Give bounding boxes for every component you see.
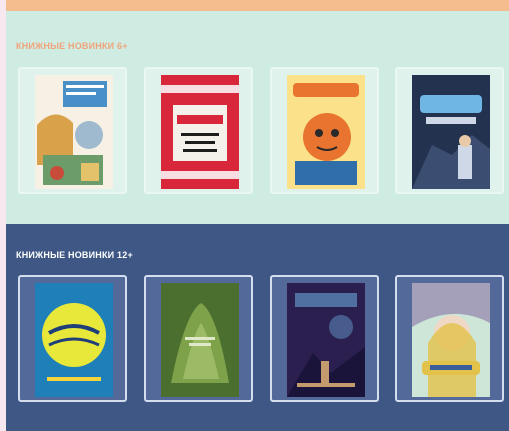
book-cover-image[interactable] — [161, 75, 239, 189]
book-cover-image[interactable] — [35, 283, 113, 397]
book-card-7[interactable] — [270, 275, 379, 402]
book-cover-art — [287, 75, 365, 189]
book-cover-art — [35, 283, 113, 397]
book-card-6[interactable] — [144, 275, 253, 402]
book-cover-image[interactable] — [35, 75, 113, 189]
book-card-3[interactable] — [270, 67, 379, 194]
book-cover-art — [35, 75, 113, 189]
book-cover-art — [287, 283, 365, 397]
book-card-5[interactable] — [18, 275, 127, 402]
book-cover-art — [412, 283, 490, 397]
section-new-books-12plus: КНИЖНЫЕ НОВИНКИ 12+ — [6, 224, 509, 431]
section-new-books-6plus: КНИЖНЫЕ НОВИНКИ 6+ — [6, 11, 509, 224]
book-cover-image[interactable] — [412, 75, 490, 189]
book-cover-art — [161, 75, 239, 189]
book-card-1[interactable] — [18, 67, 127, 194]
book-cover-image[interactable] — [412, 283, 490, 397]
book-cover-image[interactable] — [161, 283, 239, 397]
book-cover-art — [412, 75, 490, 189]
book-card-4[interactable] — [395, 67, 504, 194]
book-cover-image[interactable] — [287, 283, 365, 397]
page-frame: КНИЖНЫЕ НОВИНКИ 6+ КНИЖНЫЕ НОВИНКИ 12+ — [6, 0, 509, 431]
section-title: КНИЖНЫЕ НОВИНКИ 12+ — [16, 250, 133, 260]
book-cover-image[interactable] — [287, 75, 365, 189]
section-title: КНИЖНЫЕ НОВИНКИ 6+ — [16, 41, 128, 51]
top-accent-bar — [6, 0, 509, 11]
book-cover-art — [161, 283, 239, 397]
book-card-2[interactable] — [144, 67, 253, 194]
book-card-8[interactable] — [395, 275, 504, 402]
